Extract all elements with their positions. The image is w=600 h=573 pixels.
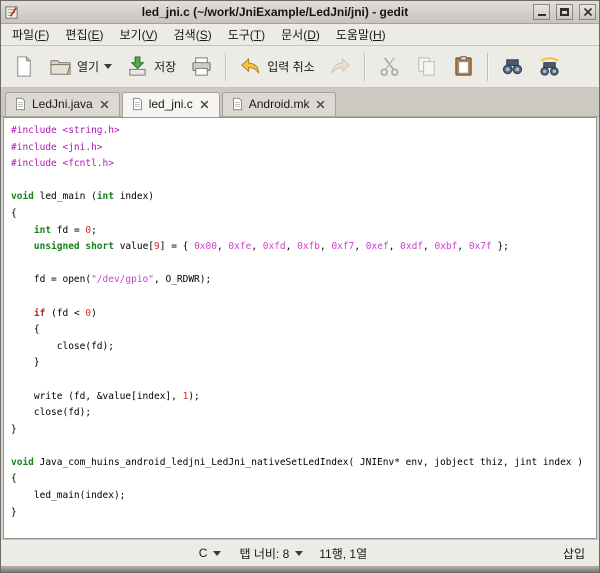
open-folder-icon [50, 60, 71, 75]
tab-width-selector[interactable]: 탭 너비: 8 [233, 542, 309, 565]
code-line: #include <fcntl.h> [11, 158, 114, 170]
code-line: } [11, 506, 17, 518]
cut-icon [380, 57, 399, 76]
minimize-button[interactable] [533, 4, 550, 20]
toolbar-separator [363, 52, 366, 81]
print-icon [192, 57, 211, 76]
save-button[interactable]: 저장 [120, 51, 182, 82]
paste-button[interactable] [446, 51, 481, 82]
open-label: 열기 [77, 60, 100, 74]
gedit-window: led_jni.c (~/work/JniExample/LedJni/jni)… [0, 0, 600, 573]
tabbar: LedJni.java led_jni.c Android.mk [1, 88, 599, 117]
save-label: 저장 [154, 60, 177, 74]
find-button[interactable] [495, 51, 530, 82]
menubar: 파일(F) 편집(E) 보기(V) 검색(S) 도구(T) 문서(D) 도움말(… [1, 24, 599, 46]
code-line: close(fd); [11, 407, 92, 419]
window-title: led_jni.c (~/work/JniExample/LedJni/jni)… [141, 5, 409, 19]
tab-led-jni-c[interactable]: led_jni.c [121, 92, 220, 117]
gedit-logo-icon [4, 5, 19, 20]
document-icon [16, 97, 25, 111]
language-label: C [198, 546, 208, 560]
code-line: write (fd, &value[index], 1); [11, 390, 200, 402]
tab-close-button[interactable] [198, 98, 211, 111]
code-line: { [11, 324, 40, 336]
code-line: void led_main (int index) [11, 191, 155, 203]
chevron-down-icon [295, 550, 304, 556]
code-line: if (fd < 0) [33, 307, 97, 319]
maximize-icon [560, 8, 569, 16]
titlebar: led_jni.c (~/work/JniExample/LedJni/jni)… [1, 1, 599, 24]
document-icon [232, 97, 242, 111]
code-line: #include <string.h> [11, 125, 120, 136]
close-icon [583, 7, 592, 17]
close-icon [200, 100, 209, 108]
chevron-down-icon [104, 64, 113, 69]
tab-ledjni-java[interactable]: LedJni.java [5, 92, 120, 116]
tab-close-button[interactable] [314, 98, 327, 111]
undo-icon [241, 57, 260, 74]
menu-documents[interactable]: 문서(D) [274, 23, 327, 46]
tab-android-mk[interactable]: Android.mk [221, 92, 337, 116]
cut-button[interactable] [372, 51, 407, 82]
code-line: #include <jni.h> [11, 141, 103, 153]
open-button[interactable]: 열기 [43, 51, 118, 82]
redo-button[interactable] [323, 51, 358, 82]
code-line: } [11, 423, 17, 435]
menu-search[interactable]: 검색(S) [167, 23, 219, 46]
paste-icon [455, 55, 472, 76]
tab-label: Android.mk [248, 97, 310, 111]
undo-button[interactable]: 입력 취소 [233, 51, 321, 82]
tab-label: led_jni.c [148, 97, 193, 111]
toolbar: 열기 저장 입력 취소 [1, 46, 599, 88]
toolbar-separator [486, 52, 489, 81]
toolbar-separator [225, 52, 228, 81]
code-line: { [11, 473, 17, 485]
find-replace-button[interactable] [532, 51, 567, 82]
menu-help[interactable]: 도움말(H) [329, 23, 393, 46]
find-replace-icon [540, 57, 559, 76]
menu-view[interactable]: 보기(V) [113, 23, 165, 46]
code-line: } [11, 357, 40, 369]
copy-button[interactable] [409, 51, 444, 82]
undo-label: 입력 취소 [267, 60, 315, 74]
redo-icon [331, 57, 350, 74]
code-line: { [11, 207, 17, 219]
window-bottom-edge [1, 566, 599, 572]
maximize-button[interactable] [556, 4, 573, 20]
insert-mode-indicator: 삽입 [562, 546, 586, 561]
document-icon [132, 97, 142, 111]
tab-label: LedJni.java [32, 97, 93, 111]
tab-width-label: 탭 너비: 8 [239, 546, 290, 561]
close-button[interactable] [579, 4, 596, 20]
menu-edit[interactable]: 편집(E) [58, 23, 110, 46]
save-icon [129, 56, 146, 76]
close-icon [100, 100, 109, 108]
code-line: void Java_com_huins_android_ledjni_LedJn… [11, 456, 583, 468]
code-line: close(fd); [11, 340, 114, 352]
new-document-icon [17, 55, 32, 77]
code-line: unsigned short value[9] = { 0x00, 0xfe, … [33, 241, 509, 253]
code-area[interactable]: #include <string.h> #include <jni.h> #incl… [3, 117, 597, 539]
minimize-icon [537, 14, 546, 16]
find-icon [502, 59, 522, 75]
copy-icon [418, 57, 435, 76]
cursor-position: 11행, 1열 [319, 546, 368, 561]
language-selector[interactable]: C [193, 543, 228, 563]
code-line: int fd = 0; [33, 224, 97, 236]
new-document-button[interactable] [6, 51, 41, 82]
code-line: fd = open("/dev/gpio", O_RDWR); [11, 274, 212, 286]
tab-close-button[interactable] [98, 98, 111, 111]
statusbar: C 탭 너비: 8 11행, 1열 삽입 [1, 539, 599, 566]
menu-file[interactable]: 파일(F) [5, 23, 56, 46]
print-button[interactable] [184, 51, 219, 82]
menu-tools[interactable]: 도구(T) [221, 23, 272, 46]
close-icon [317, 100, 325, 108]
chevron-down-icon [213, 550, 222, 556]
code-line: led_main(index); [11, 490, 126, 502]
